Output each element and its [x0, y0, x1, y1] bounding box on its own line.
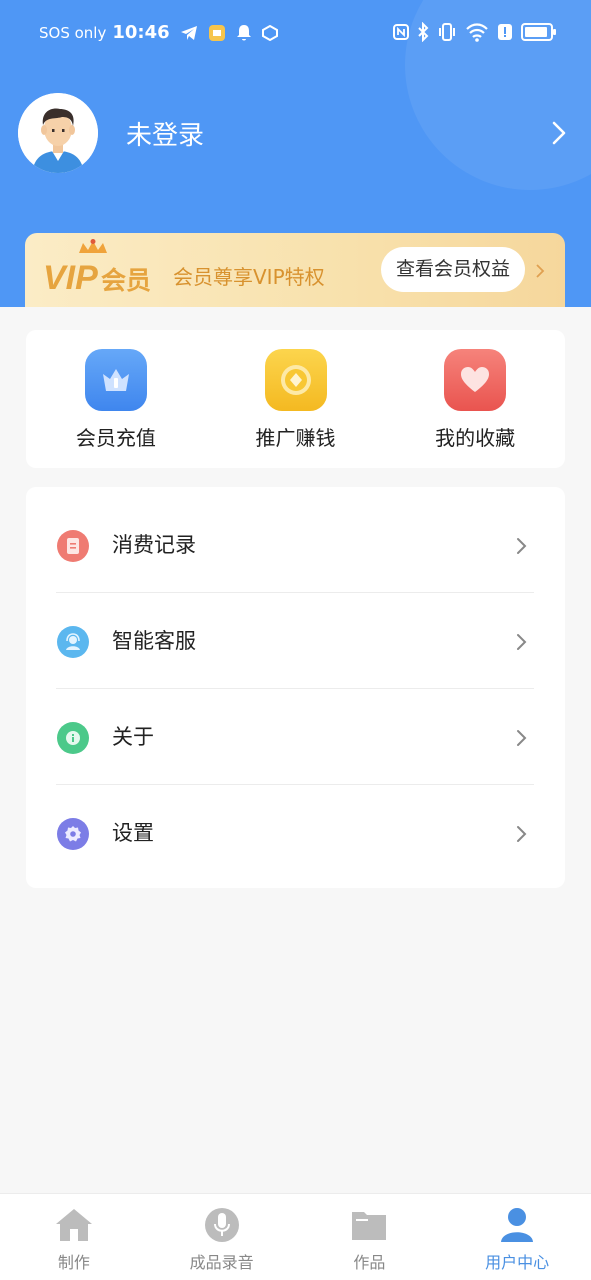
- svg-text:VIP: VIP: [43, 259, 98, 297]
- chevron-right-icon: [517, 826, 527, 842]
- heart-icon: [444, 349, 507, 411]
- chevron-right-icon: [517, 634, 527, 650]
- tab-make[interactable]: 制作: [0, 1194, 148, 1280]
- default-avatar-icon: [18, 93, 98, 173]
- profile-login-row[interactable]: 未登录: [18, 93, 573, 173]
- vip-banner[interactable]: VIP 会员 会员尊享VIP特权 查看会员权益: [25, 233, 565, 307]
- quick-actions-card: 会员充值 推广赚钱 我的收藏: [26, 330, 565, 468]
- carrier-text: SOS only: [39, 23, 107, 42]
- box-icon: [261, 24, 278, 41]
- view-vip-benefits-button[interactable]: 查看会员权益: [381, 247, 526, 292]
- settings-gear-icon: [57, 818, 89, 850]
- chevron-right-icon[interactable]: [543, 118, 573, 148]
- tab-label: 制作: [57, 1253, 90, 1272]
- tab-label: 作品: [353, 1253, 386, 1272]
- menu-item-consumption-records[interactable]: 消费记录: [26, 496, 565, 592]
- receipt-icon: [57, 530, 89, 562]
- crown-icon: [84, 349, 147, 411]
- tab-label: 成品录音: [189, 1253, 254, 1272]
- bottom-tab-bar: 制作 成品录音 作品 用户中心: [0, 1193, 591, 1280]
- vibrate-icon: [439, 23, 455, 41]
- menu-list-card: 消费记录 智能客服 关于 设置: [26, 487, 565, 888]
- home-icon: [55, 1209, 92, 1241]
- my-favorites-button[interactable]: 我的收藏: [385, 330, 565, 468]
- battery-icon: [521, 23, 556, 41]
- tab-works[interactable]: 作品: [296, 1194, 444, 1280]
- tab-label: 用户中心: [485, 1253, 550, 1272]
- tab-user-center[interactable]: 用户中心: [443, 1194, 591, 1280]
- quick-action-label: 推广赚钱: [255, 426, 336, 450]
- clock-time: 10:46: [112, 22, 170, 43]
- quick-action-label: 我的收藏: [435, 426, 516, 450]
- login-status-text[interactable]: 未登录: [126, 115, 543, 152]
- app-notification-icon: [208, 24, 225, 41]
- folder-icon: [352, 1212, 387, 1240]
- wifi-icon: [466, 23, 488, 42]
- user-icon: [501, 1208, 534, 1242]
- status-bar: SOS only 10:46: [0, 0, 591, 66]
- chevron-right-icon[interactable]: [535, 263, 545, 279]
- vip-tagline: 会员尊享VIP特权: [173, 265, 325, 289]
- info-icon: [57, 722, 89, 754]
- svg-text:会员: 会员: [101, 266, 151, 295]
- menu-item-smart-customer-service[interactable]: 智能客服: [26, 592, 565, 688]
- menu-item-about[interactable]: 关于: [26, 688, 565, 784]
- coin-icon: [264, 349, 327, 411]
- promote-earn-button[interactable]: 推广赚钱: [206, 330, 386, 468]
- quick-action-label: 会员充值: [75, 426, 156, 450]
- bluetooth-icon: [418, 22, 429, 42]
- menu-item-settings[interactable]: 设置: [26, 784, 565, 880]
- profile-header: SOS only 10:46 未登录 VIP 会员 会员尊享VIP特权 查看会员…: [0, 0, 591, 307]
- chevron-right-icon: [517, 538, 527, 554]
- menu-item-label: 智能客服: [112, 629, 196, 653]
- telegram-icon: [180, 25, 197, 40]
- microphone-icon: [204, 1208, 239, 1242]
- vip-crown-logo: VIP 会员: [43, 239, 151, 297]
- nfc-icon: [393, 24, 409, 40]
- tab-finished-recordings[interactable]: 成品录音: [148, 1194, 296, 1280]
- avatar[interactable]: [18, 93, 98, 173]
- signal-alert-icon: [498, 24, 512, 40]
- menu-item-label: 关于: [112, 725, 154, 749]
- menu-item-label: 设置: [112, 821, 154, 845]
- customer-service-icon: [57, 626, 89, 658]
- chevron-right-icon: [517, 730, 527, 746]
- bell-icon: [236, 24, 251, 40]
- member-recharge-button[interactable]: 会员充值: [26, 330, 206, 468]
- menu-item-label: 消费记录: [112, 533, 196, 557]
